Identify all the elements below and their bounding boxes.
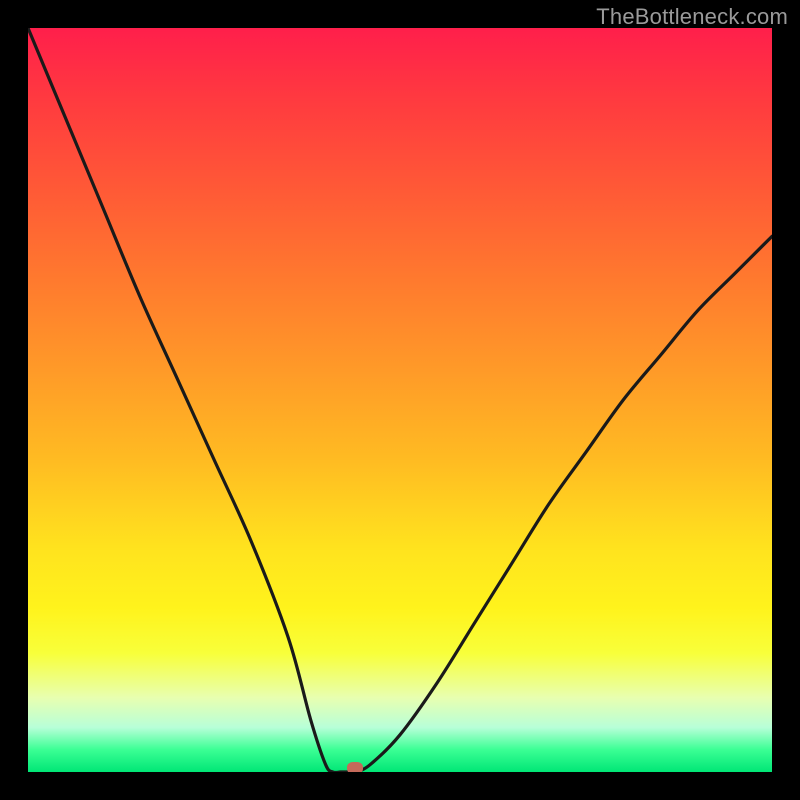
plot-area	[28, 28, 772, 772]
watermark-text: TheBottleneck.com	[596, 4, 788, 30]
bottleneck-curve	[28, 28, 772, 772]
optimum-marker	[347, 762, 363, 772]
chart-frame: TheBottleneck.com	[0, 0, 800, 800]
